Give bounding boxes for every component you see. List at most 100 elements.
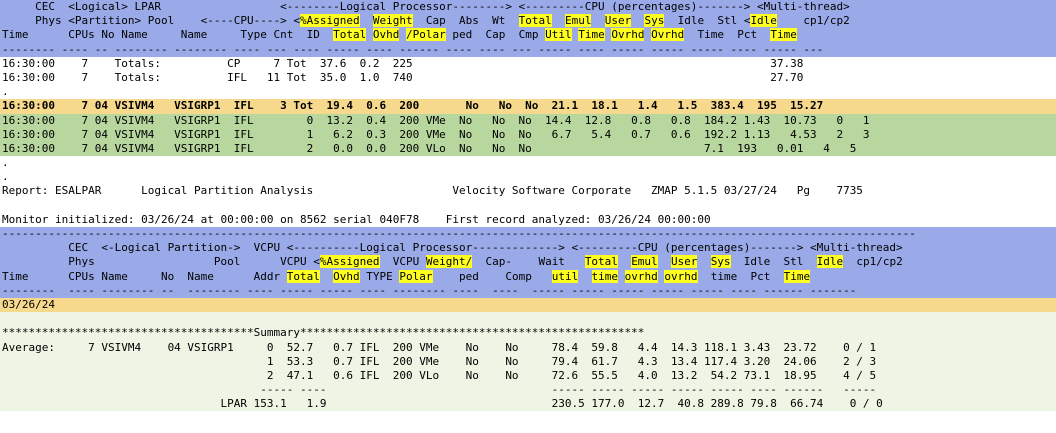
text-segment: Idle Stl < [664,14,751,28]
text-segment [320,270,333,283]
header-line: CEC <Logical> LPAR <--------Logical Proc… [0,0,1056,15]
text-segment: ped Cap Cmp [445,28,546,42]
text-segment: Phys <Partition> Pool <----CPU----> < [2,14,301,28]
text-segment: -------- ---- -- -------- -------- ---- … [2,42,824,56]
highlighted-label: Total [584,255,618,269]
table-row: 16:30:00 7 04 VSIVM4 VSIGRP1 IFL 0 13.2 … [0,113,1056,128]
text-segment: Phys Pool VCPU < [2,255,320,269]
text-segment: Cap Abs Wt [412,14,519,28]
header-line: Time CPUs Name No Name Addr Total Ovhd T… [0,269,1056,284]
highlighted-label: Weight/ [425,255,473,269]
highlighted-label: util [551,269,579,283]
table-row: . [0,156,1056,171]
header-dashes: -------- ---- -------- -- -------- ---- … [0,283,1056,298]
text-segment: 16:30:00 7 04 VSIVM4 VSIGRP1 IFL 1 6.2 0… [2,127,870,141]
blank-line [0,312,1056,327]
highlighted-label: %Assigned [319,255,380,269]
report-title-line: Report: ESALPAR Logical Partition Analys… [0,184,1056,199]
text-segment: 1 53.3 0.7 IFL 200 VMe No No 79.4 61.7 4… [2,354,877,368]
date-line: 03/26/24 [0,297,1056,313]
text-segment: . [2,156,9,170]
highlighted-label: Sys [710,255,731,269]
highlighted-label: Idle [816,255,844,269]
summary-banner: **************************************Su… [0,326,1056,341]
text-segment: CEC <-Logical Partition-> VCPU <--------… [2,241,903,255]
header-line: CEC <-Logical Partition-> VCPU <--------… [0,241,1056,256]
table-row: . [0,85,1056,100]
text-segment: 16:30:00 7 04 VSIVM4 VSIGRP1 IFL 3 Tot 1… [2,99,824,113]
summary-row: 2 47.1 0.6 IFL 200 VLo No No 72.6 55.5 4… [0,368,1056,384]
summary-row: 1 53.3 0.7 IFL 200 VMe No No 79.4 61.7 4… [0,354,1056,369]
highlighted-label: Emul [631,255,658,269]
highlighted-label: Ovrhd [651,28,685,42]
second-column-header: ----------------------------------------… [0,227,1056,298]
text-segment: 2 47.1 0.6 IFL 200 VLo No No 72.6 55.5 4… [2,368,877,382]
text-segment [631,14,644,27]
text-segment: VCPU [379,255,426,269]
table-row: . [0,170,1056,185]
highlighted-label: /Polar [406,28,446,42]
text-segment: -------- ---- -------- -- -------- ---- … [2,283,857,297]
report-section: Report: ESALPAR Logical Partition Analys… [0,184,1056,227]
text-segment: Time CPUs No Name Name Type Cnt ID [2,28,334,42]
text-segment [578,270,591,283]
highlighted-label: Time [578,28,605,42]
text-segment: ----------------------------------------… [2,227,916,240]
date-row: 03/26/24 [0,297,1056,313]
text-segment: cp1/cp2 [776,14,850,28]
summary-section: **************************************Su… [0,312,1056,412]
text-segment: 16:30:00 7 04 VSIVM4 VSIGRP1 IFL 0 13.2 … [2,113,870,127]
text-segment: 16:30:00 7 04 VSIVM4 VSIGRP1 IFL 2 0.0 0… [2,141,857,155]
text-segment: Cap- Wait [472,255,585,269]
highlighted-label: Time [770,28,797,42]
summary-row: LPAR 153.1 1.9 230.5 177.0 12.7 40.8 289… [0,397,1056,412]
table-row: 16:30:00 7 04 VSIVM4 VSIGRP1 IFL 2 0.0 0… [0,141,1056,157]
text-segment: . [2,85,9,99]
text-segment: Time Pct [684,28,771,42]
text-segment: **************************************Su… [2,326,645,340]
text-segment: ped Comp [432,269,552,283]
highlighted-label: Emul [564,14,592,28]
table-row: 16:30:00 7 04 VSIVM4 VSIGRP1 IFL 3 Tot 1… [0,99,1056,114]
text-segment: 03/26/24 [2,297,55,311]
text-segment: 16:30:00 7 Totals: IFL 11 Tot 35.0 1.0 7… [2,70,804,84]
text-segment [591,14,604,27]
text-segment [697,255,710,268]
text-segment [366,28,373,41]
highlighted-label: ovrhd [624,269,658,283]
text-segment: 16:30:00 7 Totals: CP 7 Tot 37.6 0.2 225… [2,56,804,70]
text-segment: LPAR 153.1 1.9 230.5 177.0 12.7 40.8 289… [2,397,883,411]
highlighted-label: Ovhd [333,269,360,283]
terminal-screen: CEC <Logical> LPAR <--------Logical Proc… [0,0,1056,412]
highlighted-label: Total [333,28,367,42]
highlighted-label: Sys [644,14,665,28]
blank-line [0,198,1056,213]
summary-row: Average: 7 VSIVM4 04 VSIGRP1 0 52.7 0.7 … [0,340,1056,355]
highlighted-label: User [604,14,632,28]
text-segment [618,270,625,283]
monitor-line: Monitor initialized: 03/26/24 at 00:00:0… [0,212,1056,227]
text-segment: Report: ESALPAR Logical Partition Analys… [2,184,863,198]
text-segment: Time CPUs Name No Name Addr [2,269,287,283]
text-segment [618,255,631,268]
text-segment [552,14,565,27]
text-segment: cp1/cp2 [843,255,903,269]
text-segment: . [2,170,9,184]
top-column-header: CEC <Logical> LPAR <--------Logical Proc… [0,0,1056,57]
header-line: Phys Pool VCPU <%Assigned VCPU Weight/ C… [0,255,1056,270]
text-segment: Idle Stl [730,255,817,269]
text-segment: Average: 7 VSIVM4 04 VSIGRP1 0 52.7 0.7 … [2,340,877,354]
text-segment [658,255,671,268]
highlighted-label: %Assigned [300,14,360,28]
text-segment: time Pct [697,269,784,283]
highlighted-label: Polar [399,269,433,283]
text-segment: CEC <Logical> LPAR <--------Logical Proc… [2,0,850,13]
header-rule: ----------------------------------------… [0,227,1056,242]
summary-row: ----- ---- ----- ----- ----- ----- -----… [0,383,1056,398]
highlighted-label: User [670,255,698,269]
highlighted-label: Util [545,28,572,42]
text-segment [360,14,373,27]
table-row: 16:30:00 7 Totals: IFL 11 Tot 35.0 1.0 7… [0,70,1056,86]
text-segment: ----- ---- ----- ----- ----- ----- -----… [2,383,877,397]
header-dashes: -------- ---- -- -------- -------- ---- … [0,42,1056,57]
